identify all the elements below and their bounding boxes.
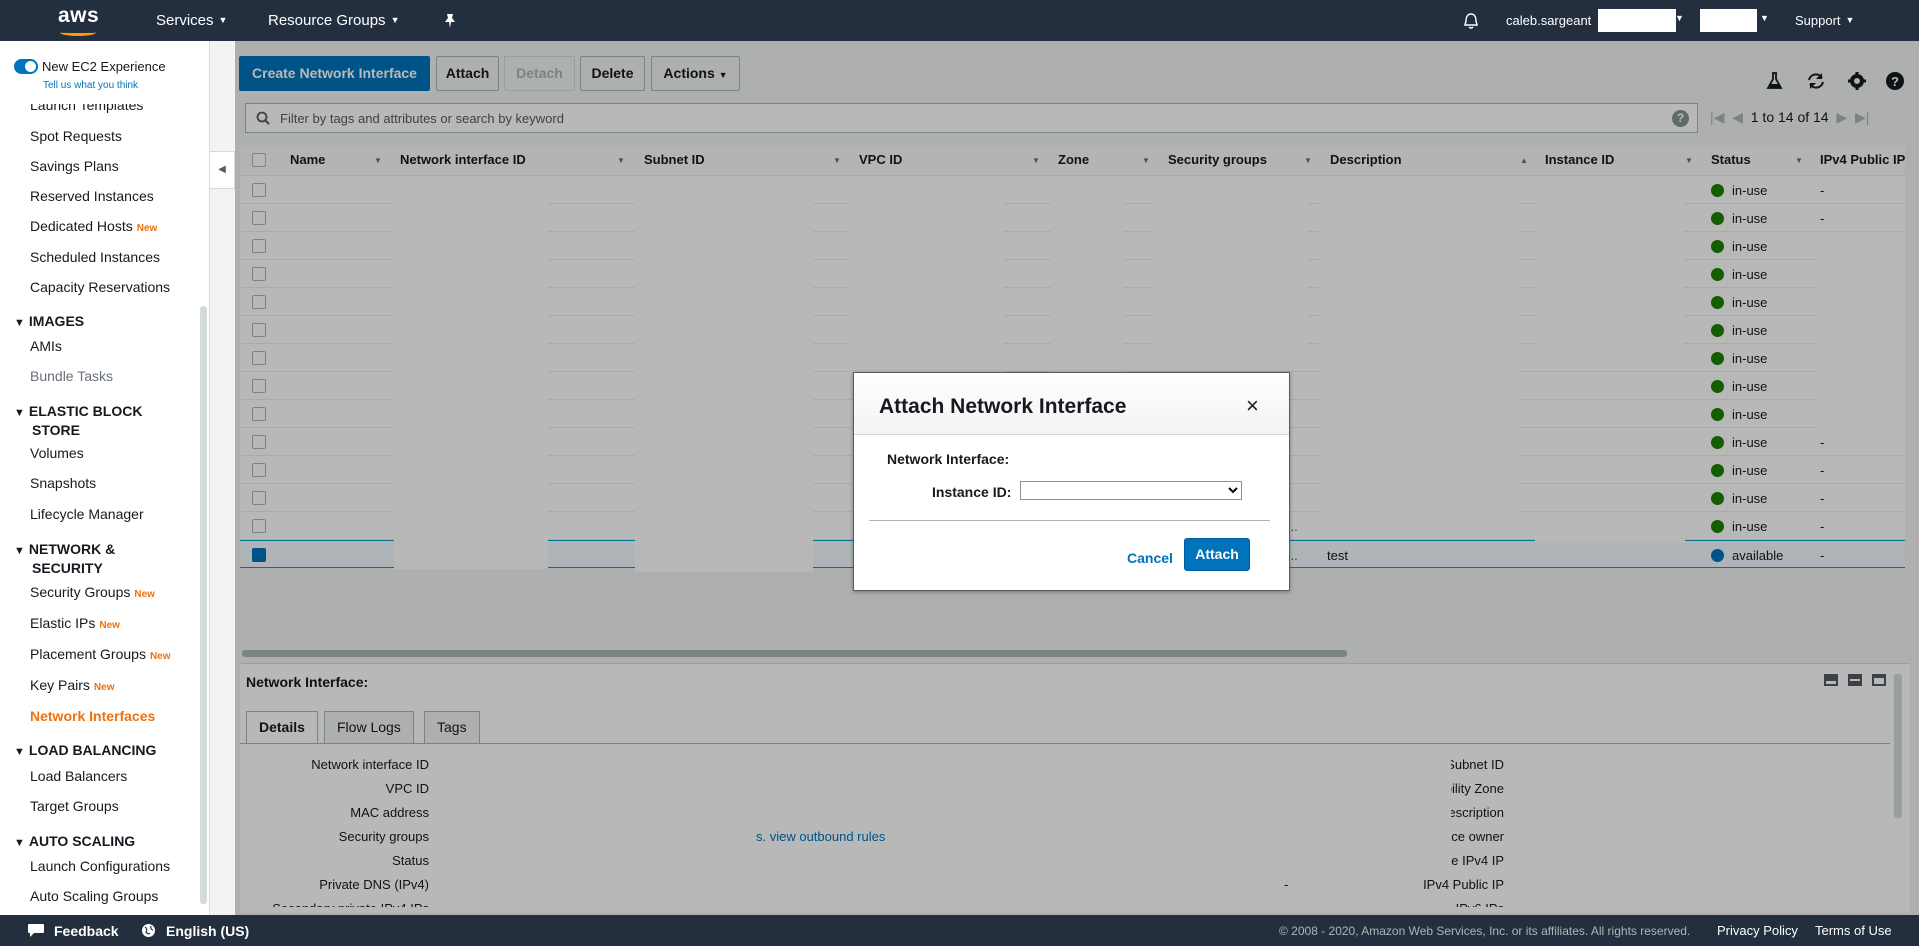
dialog-divider xyxy=(869,520,1270,521)
instance-id-select[interactable] xyxy=(1020,481,1242,500)
sidebar-item-capacity-reservations[interactable]: Capacity Reservations xyxy=(30,279,170,295)
sidebar-item-volumes[interactable]: Volumes xyxy=(30,445,84,461)
section-title: IMAGES xyxy=(28,313,85,329)
sidebar-item-label: Security Groups xyxy=(30,584,131,600)
attach-network-interface-dialog: Attach Network Interface × Network Inter… xyxy=(853,372,1290,591)
sidebar-item-snapshots[interactable]: Snapshots xyxy=(30,475,96,491)
attach-confirm-button[interactable]: Attach xyxy=(1184,538,1250,571)
sidebar-item-network-interfaces[interactable]: Network Interfaces xyxy=(30,708,155,724)
triangle-down-icon: ▼ xyxy=(14,837,25,849)
user-menu[interactable]: caleb.sargeant xyxy=(1506,13,1591,28)
section-title-2: SECURITY xyxy=(32,560,103,576)
cancel-button[interactable]: Cancel xyxy=(1127,550,1173,566)
section-load-balancing[interactable]: ▼ LOAD BALANCING xyxy=(14,742,156,761)
chevron-down-icon: ▼ xyxy=(390,15,400,25)
section-elastic-block-store[interactable]: ▼ ELASTIC BLOCK STORE xyxy=(14,403,142,439)
sidebar-item-target-groups[interactable]: Target Groups xyxy=(30,798,119,814)
sidebar-item-launch-configurations[interactable]: Launch Configurations xyxy=(30,858,170,874)
triangle-down-icon: ▼ xyxy=(14,545,25,557)
redacted-region xyxy=(1700,9,1757,32)
sidebar-item-auto-scaling-groups[interactable]: Auto Scaling Groups xyxy=(30,888,158,904)
feedback-link[interactable]: Tell us what you think xyxy=(43,80,138,91)
section-images[interactable]: ▼ IMAGES xyxy=(14,313,84,332)
resource-groups-menu[interactable]: Resource Groups ▼ xyxy=(268,12,399,29)
sidebar-item-elastic-ips[interactable]: Elastic IPs New xyxy=(30,615,120,631)
sidebar-item-spot-requests[interactable]: Spot Requests xyxy=(30,128,122,144)
sidebar-item-scheduled-instances[interactable]: Scheduled Instances xyxy=(30,249,160,265)
pin-icon[interactable] xyxy=(443,13,457,29)
new-badge: New xyxy=(93,682,115,693)
sidebar-item-bundle-tasks[interactable]: Bundle Tasks xyxy=(30,368,113,384)
section-title-2: STORE xyxy=(32,422,80,438)
sidebar-item-launch-templates[interactable]: Launch Templates xyxy=(30,104,143,113)
sidebar-item-dedicated-hosts[interactable]: Dedicated Hosts New xyxy=(30,218,157,234)
username: caleb.sargeant xyxy=(1506,13,1592,28)
footer: Feedback English (US) © 2008 - 2020, Ama… xyxy=(0,915,1919,946)
chevron-down-icon: ▼ xyxy=(1845,15,1855,25)
sidebar-item-label: Elastic IPs xyxy=(30,615,96,631)
triangle-down-icon: ▼ xyxy=(14,407,25,419)
chevron-down-icon: ▼ xyxy=(218,15,228,25)
chevron-down-icon[interactable]: ▼ xyxy=(1675,13,1684,23)
resource-groups-label: Resource Groups xyxy=(268,12,386,29)
new-badge: New xyxy=(134,589,155,600)
sidebar-item-load-balancers[interactable]: Load Balancers xyxy=(30,768,127,784)
network-interface-label: Network Interface: xyxy=(887,451,1010,467)
services-label: Services xyxy=(156,12,214,29)
section-auto-scaling[interactable]: ▼ AUTO SCALING xyxy=(14,833,135,852)
aws-smile-icon xyxy=(60,29,96,36)
section-network-security[interactable]: ▼ NETWORK & SECURITY xyxy=(14,541,115,577)
chevron-left-icon: ◀ xyxy=(218,164,226,175)
sidebar-item-label: Placement Groups xyxy=(30,646,146,662)
new-badge: New xyxy=(99,620,120,631)
feedback-button[interactable]: Feedback xyxy=(54,923,119,939)
chevron-down-icon[interactable]: ▼ xyxy=(1760,13,1769,23)
redacted-account xyxy=(1598,9,1676,32)
section-title: ELASTIC BLOCK xyxy=(28,403,143,419)
terms-of-use-link[interactable]: Terms of Use xyxy=(1815,923,1892,938)
section-title: LOAD BALANCING xyxy=(28,742,157,758)
sidebar-item-placement-groups[interactable]: Placement Groups New xyxy=(30,646,171,662)
dialog-header: Attach Network Interface × xyxy=(854,373,1289,435)
collapse-sidebar-button[interactable]: ◀ xyxy=(210,151,235,189)
top-navigation-bar: aws Services ▼ Resource Groups ▼ caleb.sar… xyxy=(0,0,1919,41)
sidebar-item-security-groups[interactable]: Security Groups New xyxy=(30,584,155,600)
sidebar-scrollbar[interactable] xyxy=(200,306,207,904)
support-menu[interactable]: Support ▼ xyxy=(1795,13,1854,28)
dialog-title: Attach Network Interface xyxy=(879,395,1127,418)
sidebar-item-savings-plans[interactable]: Savings Plans xyxy=(30,158,119,174)
triangle-down-icon: ▼ xyxy=(14,746,25,758)
sidebar-item-label: Dedicated Hosts xyxy=(30,218,133,234)
new-experience-toggle[interactable] xyxy=(14,59,38,74)
globe-icon xyxy=(142,924,155,937)
copyright: © 2008 - 2020, Amazon Web Services, Inc.… xyxy=(1279,924,1691,938)
section-title: AUTO SCALING xyxy=(28,833,136,849)
sidebar: New EC2 Experience Tell us what you thin… xyxy=(0,41,210,915)
aws-logo[interactable]: aws xyxy=(58,4,100,36)
aws-logo-text: aws xyxy=(58,4,100,27)
feedback-icon xyxy=(28,924,44,937)
services-menu[interactable]: Services ▼ xyxy=(156,12,227,29)
privacy-policy-link[interactable]: Privacy Policy xyxy=(1717,923,1798,938)
new-badge: New xyxy=(136,223,158,234)
sidebar-item-amis[interactable]: AMIs xyxy=(30,338,62,354)
sidebar-item-key-pairs[interactable]: Key Pairs New xyxy=(30,677,114,693)
language-selector[interactable]: English (US) xyxy=(166,923,249,939)
triangle-down-icon: ▼ xyxy=(14,317,25,329)
section-title: NETWORK & xyxy=(28,541,116,557)
new-experience-label: New EC2 Experience xyxy=(42,59,166,74)
sidebar-item-lifecycle-manager[interactable]: Lifecycle Manager xyxy=(30,506,144,522)
instance-id-label: Instance ID: xyxy=(932,484,1012,500)
bell-icon[interactable] xyxy=(1462,12,1480,30)
new-badge: New xyxy=(149,651,171,662)
sidebar-item-reserved-instances[interactable]: Reserved Instances xyxy=(30,188,154,204)
close-icon[interactable]: × xyxy=(1246,393,1259,419)
support-label: Support xyxy=(1795,13,1841,28)
sidebar-item-label: Key Pairs xyxy=(30,677,90,693)
